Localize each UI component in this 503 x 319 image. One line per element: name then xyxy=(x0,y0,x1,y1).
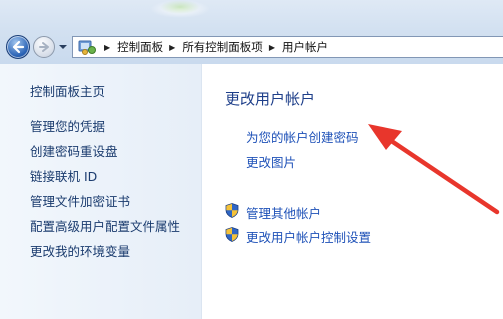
sidebar-item-advanced-profile-properties[interactable]: 配置高级用户配置文件属性 xyxy=(30,216,180,235)
breadcrumb-all-items[interactable]: 所有控制面板项 xyxy=(182,39,263,55)
page-title: 更改用户帐户 xyxy=(225,90,316,108)
address-bar[interactable]: ▶ 控制面板 ▶ 所有控制面板项 ▶ 用户帐户 xyxy=(72,36,503,58)
sidebar-item-link-online-id[interactable]: 链接联机 ID xyxy=(30,166,97,185)
breadcrumb-user-accounts[interactable]: 用户帐户 xyxy=(282,39,328,55)
recent-pages-icon[interactable] xyxy=(58,42,68,52)
back-button[interactable] xyxy=(6,35,30,59)
breadcrumb-separator[interactable]: ▶ xyxy=(269,43,275,52)
uac-shield-icon xyxy=(225,227,239,242)
change-picture-link[interactable]: 更改图片 xyxy=(246,152,296,171)
sidebar: 控制面板主页 管理您的凭据 创建密码重设盘 链接联机 ID 管理文件加密证书 配… xyxy=(0,64,202,319)
forward-arrow-icon xyxy=(39,42,49,52)
sidebar-item-manage-credentials[interactable]: 管理您的凭据 xyxy=(30,116,105,135)
breadcrumb-separator[interactable]: ▶ xyxy=(104,43,110,52)
breadcrumb-control-panel[interactable]: 控制面板 xyxy=(117,39,163,55)
back-arrow-icon xyxy=(12,40,25,54)
sidebar-item-encryption-certificates[interactable]: 管理文件加密证书 xyxy=(30,191,130,210)
sidebar-item-control-panel-home[interactable]: 控制面板主页 xyxy=(30,81,105,100)
window-toolbar: ▶ 控制面板 ▶ 所有控制面板项 ▶ 用户帐户 xyxy=(0,0,503,64)
breadcrumb-separator[interactable]: ▶ xyxy=(169,43,175,52)
forward-button[interactable] xyxy=(33,36,55,58)
uac-settings-link[interactable]: 更改用户帐户控制设置 xyxy=(246,227,371,246)
uac-shield-icon xyxy=(225,203,239,218)
control-panel-icon xyxy=(76,37,98,57)
create-password-link[interactable]: 为您的帐户创建密码 xyxy=(246,127,359,146)
main-content: 更改用户帐户 为您的帐户创建密码 更改图片 管理其他帐户 更改用户帐户控制设置 xyxy=(203,64,503,319)
title-glow xyxy=(160,0,200,14)
manage-other-accounts-link[interactable]: 管理其他帐户 xyxy=(246,203,321,222)
sidebar-item-environment-variables[interactable]: 更改我的环境变量 xyxy=(30,241,130,260)
sidebar-item-password-reset-disk[interactable]: 创建密码重设盘 xyxy=(30,141,118,160)
